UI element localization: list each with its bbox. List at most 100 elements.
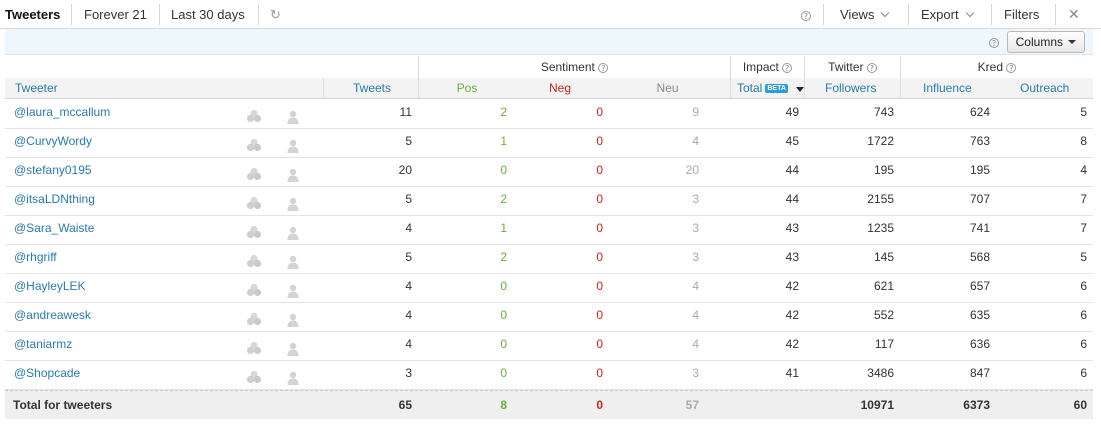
- tweeter-handle[interactable]: @HayleyLEK: [14, 274, 86, 303]
- column-header-row: Tweeter Tweets Pos Neg Neu Total BETA Fol…: [5, 78, 1093, 99]
- columns-button[interactable]: Columns: [1006, 31, 1085, 53]
- kred-influence: 763: [969, 134, 990, 148]
- date-range-filter[interactable]: Last 30 days: [171, 0, 245, 29]
- help-icon[interactable]: ?: [989, 35, 999, 49]
- kred-outreach: 6: [1080, 366, 1087, 380]
- impact-total: 42: [785, 308, 799, 322]
- circles-icon[interactable]: [246, 252, 262, 268]
- header-followers[interactable]: Followers: [804, 78, 900, 99]
- user-profile-icon[interactable]: [286, 166, 300, 182]
- user-profile-icon[interactable]: [286, 195, 300, 211]
- negative-count: 0: [596, 337, 603, 351]
- header-outreach[interactable]: Outreach: [996, 78, 1093, 99]
- header-total-label: Total: [737, 81, 763, 95]
- kred-outreach: 5: [1080, 250, 1087, 264]
- header-tweeter[interactable]: Tweeter: [15, 78, 58, 99]
- tweets-count: 4: [405, 308, 412, 322]
- filters-button[interactable]: Filters: [1004, 0, 1039, 29]
- neutral-count: 3: [692, 250, 699, 264]
- tweeter-handle[interactable]: @laura_mccallum: [14, 100, 110, 129]
- caret-down-icon: [1068, 40, 1076, 44]
- user-profile-icon[interactable]: [286, 369, 300, 385]
- circles-icon[interactable]: [246, 368, 262, 384]
- help-icon[interactable]: ?: [782, 63, 793, 73]
- header-pos[interactable]: Pos: [418, 78, 515, 99]
- followers-count: 2155: [867, 192, 894, 206]
- views-menu[interactable]: Views: [840, 0, 890, 29]
- header-neg[interactable]: Neg: [515, 78, 605, 99]
- circles-icon[interactable]: [246, 194, 262, 210]
- group-kred: Kred ?: [900, 56, 1093, 78]
- table-row[interactable]: @HayleyLEK 4 0 0 4 42 621 657 6: [5, 274, 1093, 303]
- toolbar-divider: [991, 4, 992, 25]
- user-profile-icon[interactable]: [286, 282, 300, 298]
- help-icon[interactable]: ?: [598, 63, 609, 73]
- negative-count: 0: [596, 250, 603, 264]
- tweets-count: 5: [405, 192, 412, 206]
- tweeter-handle[interactable]: @CurvyWordy: [14, 129, 92, 158]
- totals-neu: 57: [685, 398, 699, 412]
- help-icon[interactable]: ?: [866, 63, 877, 73]
- tweeter-handle[interactable]: @taniarmz: [14, 332, 72, 361]
- table-row[interactable]: @rhgriff 5 2 0 3 43 145 568 5: [5, 245, 1093, 274]
- header-tweets[interactable]: Tweets: [323, 78, 391, 99]
- help-icon[interactable]: ?: [1006, 63, 1017, 73]
- top-toolbar: Tweeters Forever 21 Last 30 days ↻ ? Vie…: [0, 0, 1101, 29]
- user-profile-icon[interactable]: [286, 311, 300, 327]
- table-row[interactable]: @taniarmz 4 0 0 4 42 117 636 6: [5, 332, 1093, 361]
- tweeter-handle[interactable]: @andreawesk: [14, 303, 91, 332]
- table-row[interactable]: @stefany0195 20 0 0 20 44 195 195 4: [5, 158, 1093, 187]
- totals-tweets: 65: [398, 398, 412, 412]
- tweeter-handle[interactable]: @rhgriff: [14, 245, 57, 274]
- table-row[interactable]: @laura_mccallum 11 2 0 9 49 743 624 5: [5, 100, 1093, 129]
- tweets-count: 4: [405, 221, 412, 235]
- chevron-down-icon: [965, 8, 974, 18]
- circles-icon[interactable]: [246, 223, 262, 239]
- circles-icon[interactable]: [246, 310, 262, 326]
- header-total[interactable]: Total BETA: [730, 78, 804, 99]
- export-label: Export: [921, 7, 959, 22]
- tab-tweeters[interactable]: Tweeters: [5, 0, 60, 29]
- circles-icon[interactable]: [246, 165, 262, 181]
- user-profile-icon[interactable]: [286, 108, 300, 124]
- tweeter-handle[interactable]: @Shopcade: [14, 361, 80, 390]
- table-row[interactable]: @Shopcade 3 0 0 3 41 3486 847 6: [5, 361, 1093, 390]
- user-profile-icon[interactable]: [286, 253, 300, 269]
- table-row[interactable]: @itsaLDNthing 5 2 0 3 44 2155 707 7: [5, 187, 1093, 216]
- kred-influence: 624: [969, 105, 990, 119]
- header-influence[interactable]: Influence: [900, 78, 996, 99]
- user-profile-icon[interactable]: [286, 224, 300, 240]
- neutral-count: 3: [692, 192, 699, 206]
- help-icon[interactable]: ?: [801, 0, 811, 29]
- tweeter-handle[interactable]: @Sara_Waiste: [14, 216, 94, 245]
- tweeter-handle[interactable]: @itsaLDNthing: [14, 187, 95, 216]
- followers-count: 743: [873, 105, 894, 119]
- totals-row: Total for tweeters 65 8 0 57 10971 6373 …: [5, 390, 1093, 419]
- negative-count: 0: [596, 308, 603, 322]
- brand-filter[interactable]: Forever 21: [84, 0, 147, 29]
- user-profile-icon[interactable]: [286, 137, 300, 153]
- tweets-count: 4: [405, 279, 412, 293]
- kred-influence: 568: [969, 250, 990, 264]
- tweeter-handle[interactable]: @stefany0195: [14, 158, 92, 187]
- table-row[interactable]: @CurvyWordy 5 1 0 4 45 1722 763 8: [5, 129, 1093, 158]
- header-neu[interactable]: Neu: [605, 78, 730, 99]
- table-row[interactable]: @andreawesk 4 0 0 4 42 552 635 6: [5, 303, 1093, 332]
- impact-total: 41: [785, 366, 799, 380]
- close-icon[interactable]: ✕: [1068, 0, 1080, 29]
- user-profile-icon[interactable]: [286, 340, 300, 356]
- circles-icon[interactable]: [246, 339, 262, 355]
- table-row[interactable]: @Sara_Waiste 4 1 0 3 43 1235 741 7: [5, 216, 1093, 245]
- export-menu[interactable]: Export: [921, 0, 974, 29]
- followers-count: 195: [873, 163, 894, 177]
- kred-outreach: 7: [1080, 192, 1087, 206]
- refresh-icon[interactable]: ↻: [270, 0, 281, 29]
- circles-icon[interactable]: [246, 107, 262, 123]
- kred-outreach: 5: [1080, 105, 1087, 119]
- neutral-count: 3: [692, 366, 699, 380]
- toolbar-divider: [159, 4, 160, 25]
- circles-icon[interactable]: [246, 136, 262, 152]
- circles-icon[interactable]: [246, 281, 262, 297]
- positive-count: 1: [500, 221, 507, 235]
- impact-total: 45: [785, 134, 799, 148]
